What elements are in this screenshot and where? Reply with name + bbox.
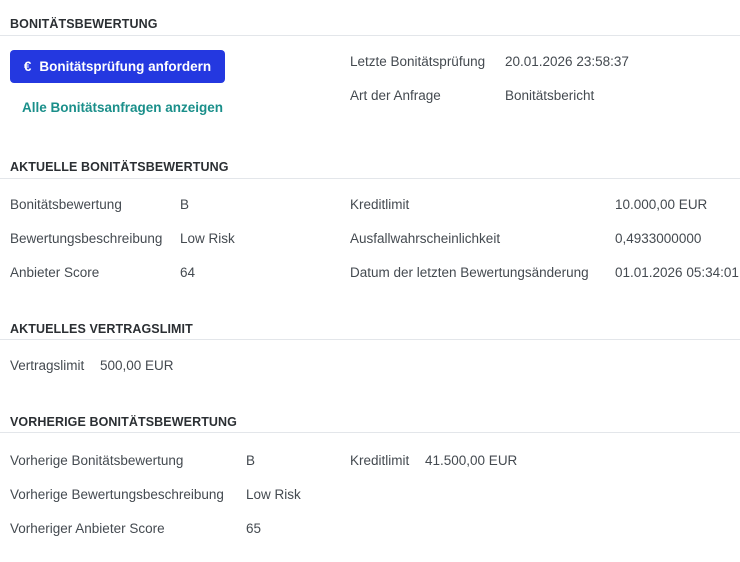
last-check-value: 20.01.2026 23:58:37 xyxy=(505,54,629,69)
previous-rating-label: Vorherige Bonitätsbewertung xyxy=(10,453,184,468)
previous-provider-score-value: 65 xyxy=(246,521,262,536)
request-type-value: Bonitätsbericht xyxy=(505,88,595,103)
default-probability-label: Ausfallwahrscheinlichkeit xyxy=(350,231,501,246)
previous-provider-score-label: Vorheriger Anbieter Score xyxy=(10,521,165,536)
request-credit-check-button[interactable]: € Bonitätsprüfung anfordern xyxy=(10,50,225,83)
description-label: Bewertungsbeschreibung xyxy=(10,231,163,246)
section-divider xyxy=(0,432,740,433)
provider-score-label: Anbieter Score xyxy=(10,265,100,280)
provider-score-value: 64 xyxy=(180,265,196,280)
current-rating-title: AKTUELLE BONITÄTSBEWERTUNG xyxy=(10,160,229,174)
description-value: Low Risk xyxy=(180,231,235,246)
request-credit-check-label: Bonitätsprüfung anfordern xyxy=(39,59,212,74)
euro-icon: € xyxy=(23,59,32,74)
credit-limit-label: Kreditlimit xyxy=(350,197,410,212)
rating-value: B xyxy=(180,197,190,212)
section-divider xyxy=(0,339,740,340)
rating-label: Bonitätsbewertung xyxy=(10,197,122,212)
show-all-requests-link[interactable]: Alle Bonitätsanfragen anzeigen xyxy=(22,100,223,115)
request-type-label: Art der Anfrage xyxy=(350,88,441,103)
previous-credit-limit-value: 41.500,00 EUR xyxy=(425,453,518,468)
page-title: BONITÄTSBEWERTUNG xyxy=(10,17,158,31)
contract-limit-value: 500,00 EUR xyxy=(100,358,174,373)
default-probability-value: 0,4933000000 xyxy=(615,231,702,246)
section-divider xyxy=(0,35,740,36)
last-change-value: 01.01.2026 05:34:01 xyxy=(615,265,739,280)
contract-limit-label: Vertragslimit xyxy=(10,358,85,373)
previous-description-value: Low Risk xyxy=(246,487,301,502)
credit-limit-value: 10.000,00 EUR xyxy=(615,197,708,212)
contract-limit-title: AKTUELLES VERTRAGSLIMIT xyxy=(10,322,193,336)
previous-rating-title: VORHERIGE BONITÄTSBEWERTUNG xyxy=(10,415,238,429)
last-change-label: Datum der letzten Bewertungsänderung xyxy=(350,265,589,280)
previous-rating-value: B xyxy=(246,453,256,468)
previous-credit-limit-label: Kreditlimit xyxy=(350,453,410,468)
previous-description-label: Vorherige Bewertungsbeschreibung xyxy=(10,487,224,502)
last-check-label: Letzte Bonitätsprüfung xyxy=(350,54,486,69)
section-divider xyxy=(0,178,740,179)
